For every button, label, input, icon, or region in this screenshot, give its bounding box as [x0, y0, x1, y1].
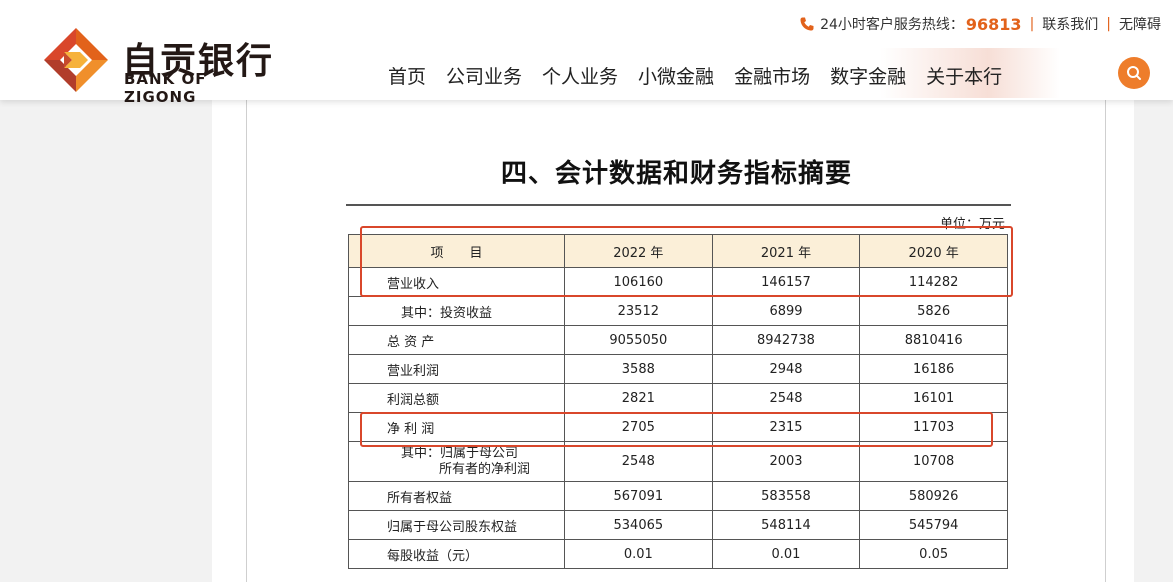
cell-value: 16101 [859, 383, 1008, 413]
title-rule [346, 204, 1011, 206]
row-label: 归属于母公司股东权益 [348, 510, 565, 540]
cell-value: 2315 [711, 412, 861, 442]
cell-value: 548114 [711, 510, 861, 540]
cell-value: 2003 [711, 441, 861, 482]
cell-value: 6899 [711, 296, 861, 326]
logo-mark-icon [44, 28, 108, 92]
cell-value: 146157 [711, 267, 861, 297]
cell-value: 0.01 [564, 539, 713, 569]
cell-value: 9055050 [564, 325, 713, 355]
cell-value: 2548 [564, 441, 713, 482]
table-row: 其中：投资收益 23512 6899 5826 [348, 296, 1008, 326]
cell-value: 11703 [859, 412, 1008, 442]
cell-value: 545794 [859, 510, 1008, 540]
cell-value: 5826 [859, 296, 1008, 326]
cell-value: 2705 [564, 412, 713, 442]
cell-value: 8810416 [859, 325, 1008, 355]
cell-value: 2548 [711, 383, 861, 413]
hotline-number: 96813 [965, 14, 1022, 34]
nav-small-micro[interactable]: 小微金融 [638, 62, 714, 90]
divider: | [1106, 16, 1111, 32]
cell-value: 580926 [859, 481, 1008, 511]
cell-value: 106160 [564, 267, 713, 297]
table-row: 净 利 润 2705 2315 11703 [348, 412, 1008, 442]
top-utility-bar: 24小时客户服务热线： 96813 | 联系我们 | 无障碍 [799, 14, 1161, 34]
table-row: 总 资 产 9055050 8942738 8810416 [348, 325, 1008, 355]
table-row: 营业收入 106160 146157 114282 [348, 267, 1008, 297]
cell-value: 2821 [564, 383, 713, 413]
column-header-2020: 2020 年 [859, 234, 1008, 268]
phone-icon [800, 17, 814, 31]
nav-financial-market[interactable]: 金融市场 [734, 62, 810, 90]
cell-value: 567091 [564, 481, 713, 511]
cell-value: 10708 [859, 441, 1008, 482]
unit-label: 单位：万元 [940, 217, 1006, 232]
financial-summary-table: 项 目 2022 年 2021 年 2020 年 营业收入 106160 146… [348, 234, 1008, 569]
cell-value: 0.01 [711, 539, 861, 569]
divider: | [1029, 16, 1035, 32]
column-header-item: 项 目 [348, 234, 565, 268]
row-label: 利润总额 [348, 383, 565, 413]
table-row: 所有者权益 567091 583558 580926 [348, 481, 1008, 511]
row-label-line1: 其中：归属于母公司 [401, 445, 519, 461]
table-row: 每股收益（元） 0.01 0.01 0.05 [348, 539, 1008, 569]
cell-value: 16186 [859, 354, 1008, 384]
cell-value: 23512 [564, 296, 713, 326]
cell-value: 3588 [564, 354, 713, 384]
nav-corporate[interactable]: 公司业务 [446, 62, 522, 90]
column-header-2021: 2021 年 [711, 234, 861, 268]
row-label: 总 资 产 [348, 325, 565, 355]
column-header-2022: 2022 年 [564, 234, 713, 268]
row-label: 其中：投资收益 [348, 296, 565, 326]
row-label-line2: 所有者的净利润 [439, 461, 531, 477]
cell-value: 8942738 [711, 325, 861, 355]
document-title: 四、会计数据和财务指标摘要 [500, 159, 852, 189]
cell-value: 114282 [859, 267, 1008, 297]
row-label: 营业利润 [348, 354, 565, 384]
nav-digital-finance[interactable]: 数字金融 [830, 62, 906, 90]
nav-personal[interactable]: 个人业务 [542, 62, 618, 90]
search-button[interactable] [1118, 57, 1150, 89]
nav-home[interactable]: 首页 [388, 62, 426, 90]
logo[interactable]: 自贡银行 BANK OF ZIGONG [0, 0, 280, 106]
table-row: 利润总额 2821 2548 16101 [348, 383, 1008, 413]
hotline-label: 24小时客户服务热线： [820, 17, 964, 33]
contact-us-link[interactable]: 联系我们 [1042, 14, 1098, 34]
accessibility-link[interactable]: 无障碍 [1119, 14, 1161, 34]
cell-value: 583558 [711, 481, 861, 511]
table-row: 其中：归属于母公司 所有者的净利润 2548 2003 10708 [348, 441, 1008, 482]
logo-name-en: BANK OF ZIGONG [124, 70, 207, 106]
search-icon [1127, 66, 1141, 80]
cell-value: 0.05 [859, 539, 1008, 569]
table-header-row: 项 目 2022 年 2021 年 2020 年 [348, 234, 1008, 268]
row-label: 其中：归属于母公司 所有者的净利润 [348, 441, 565, 482]
cell-value: 534065 [564, 510, 713, 540]
row-label: 净 利 润 [348, 412, 565, 442]
table-row: 营业利润 3588 2948 16186 [348, 354, 1008, 384]
site-header: 自贡银行 BANK OF ZIGONG 24小时客户服务热线： 96813 | … [0, 0, 1173, 106]
nav-about[interactable]: 关于本行 [926, 62, 1002, 90]
main-nav: 首页 公司业务 个人业务 小微金融 金融市场 数字金融 关于本行 [388, 62, 1002, 90]
row-label: 营业收入 [348, 267, 565, 297]
cell-value: 2948 [711, 354, 861, 384]
table-row: 归属于母公司股东权益 534065 548114 545794 [348, 510, 1008, 540]
row-label: 所有者权益 [348, 481, 565, 511]
row-label: 每股收益（元） [348, 539, 565, 569]
